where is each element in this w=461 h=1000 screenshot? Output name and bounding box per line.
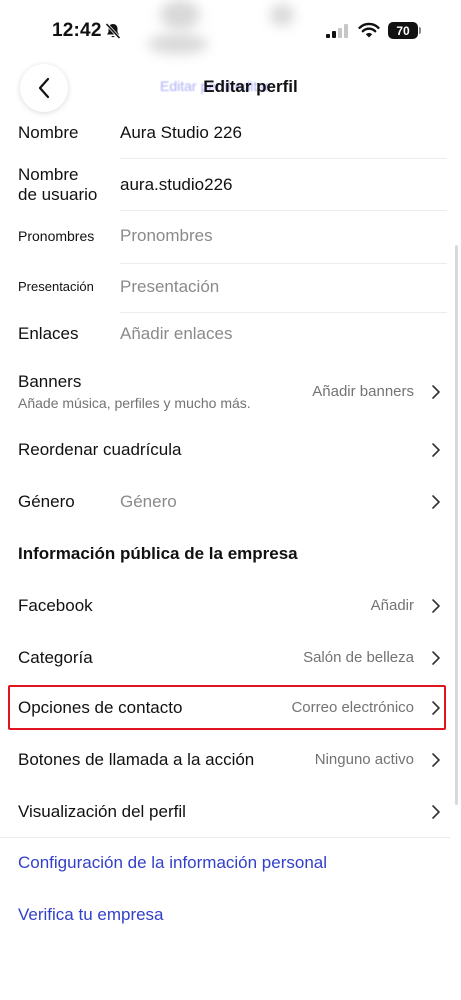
category-row[interactable]: Categoría Salón de belleza — [0, 636, 461, 682]
battery-tip — [419, 27, 421, 34]
page-title: Editar perfil — [203, 77, 298, 96]
status-bar: 12:42 70 — [0, 0, 461, 60]
facebook-value: Añadir — [370, 597, 414, 614]
field-label: Nombre de usuario — [18, 165, 98, 204]
chevron-right-icon — [432, 443, 440, 457]
field-row-pronouns[interactable]: Pronombres Pronombres — [0, 214, 461, 264]
pronouns-field[interactable]: Pronombres — [120, 226, 213, 246]
chevron-right-icon — [432, 495, 440, 509]
field-label: Presentación — [18, 279, 94, 294]
category-value: Salón de belleza — [303, 649, 414, 666]
gender-label: Género — [18, 492, 75, 511]
scrollbar[interactable] — [455, 245, 458, 805]
personal-info-settings-link[interactable]: Configuración de la información personal — [18, 853, 327, 873]
chevron-right-icon — [432, 805, 440, 819]
status-time: 12:42 — [52, 20, 102, 41]
bio-field[interactable]: Presentación — [120, 277, 219, 297]
field-row-links[interactable]: Enlaces Añadir enlaces — [0, 312, 461, 362]
category-label: Categoría — [18, 648, 93, 667]
profile-display-row[interactable]: Visualización del perfil — [0, 790, 461, 836]
business-section-title: Información pública de la empresa — [18, 544, 298, 563]
blurred-avatar — [148, 34, 208, 54]
cta-buttons-row[interactable]: Botones de llamada a la acción Ninguno a… — [0, 738, 461, 784]
field-row-username[interactable]: Nombre de usuario aura.studio226 — [0, 158, 461, 214]
field-row-bio[interactable]: Presentación Presentación — [0, 264, 461, 314]
reorder-label: Reordenar cuadrícula — [18, 440, 182, 459]
chevron-right-icon — [432, 599, 440, 613]
chevron-right-icon — [432, 651, 440, 665]
banners-row[interactable]: Banners Añade música, perfiles y mucho m… — [0, 362, 461, 422]
divider — [120, 210, 447, 211]
battery-indicator: 70 — [388, 22, 418, 39]
profile-display-label: Visualización del perfil — [18, 802, 186, 821]
gender-field: Género — [120, 492, 177, 511]
blurred-avatar — [160, 0, 200, 30]
header: Editar perfil editar Editar perfil — [0, 60, 461, 116]
banners-action: Añadir banners — [312, 383, 414, 400]
gender-row[interactable]: Género Género — [0, 480, 461, 526]
highlight-box — [8, 685, 446, 730]
reorder-grid-row[interactable]: Reordenar cuadrícula — [0, 428, 461, 474]
field-label: Enlaces — [18, 324, 79, 343]
banners-subtitle: Añade música, perfiles y mucho más. — [18, 395, 251, 411]
wifi-icon — [358, 22, 380, 38]
bell-off-icon — [105, 22, 121, 40]
field-label: Nombre — [18, 123, 79, 142]
blurred-avatar — [270, 4, 294, 26]
cellular-signal-icon — [326, 24, 348, 38]
divider — [0, 837, 450, 838]
chevron-right-icon — [432, 753, 440, 767]
links-field[interactable]: Añadir enlaces — [120, 324, 232, 344]
cta-buttons-label: Botones de llamada a la acción — [18, 750, 255, 769]
field-label: Pronombres — [18, 228, 95, 244]
name-field[interactable]: Aura Studio 226 — [120, 123, 242, 143]
battery-level: 70 — [396, 23, 410, 38]
banners-label: Banners — [18, 372, 82, 391]
username-field[interactable]: aura.studio226 — [120, 175, 232, 195]
chevron-right-icon — [432, 385, 440, 399]
facebook-label: Facebook — [18, 596, 93, 615]
cta-buttons-value: Ninguno activo — [314, 751, 414, 768]
facebook-row[interactable]: Facebook Añadir — [0, 584, 461, 630]
verify-business-link[interactable]: Verifica tu empresa — [18, 905, 164, 925]
